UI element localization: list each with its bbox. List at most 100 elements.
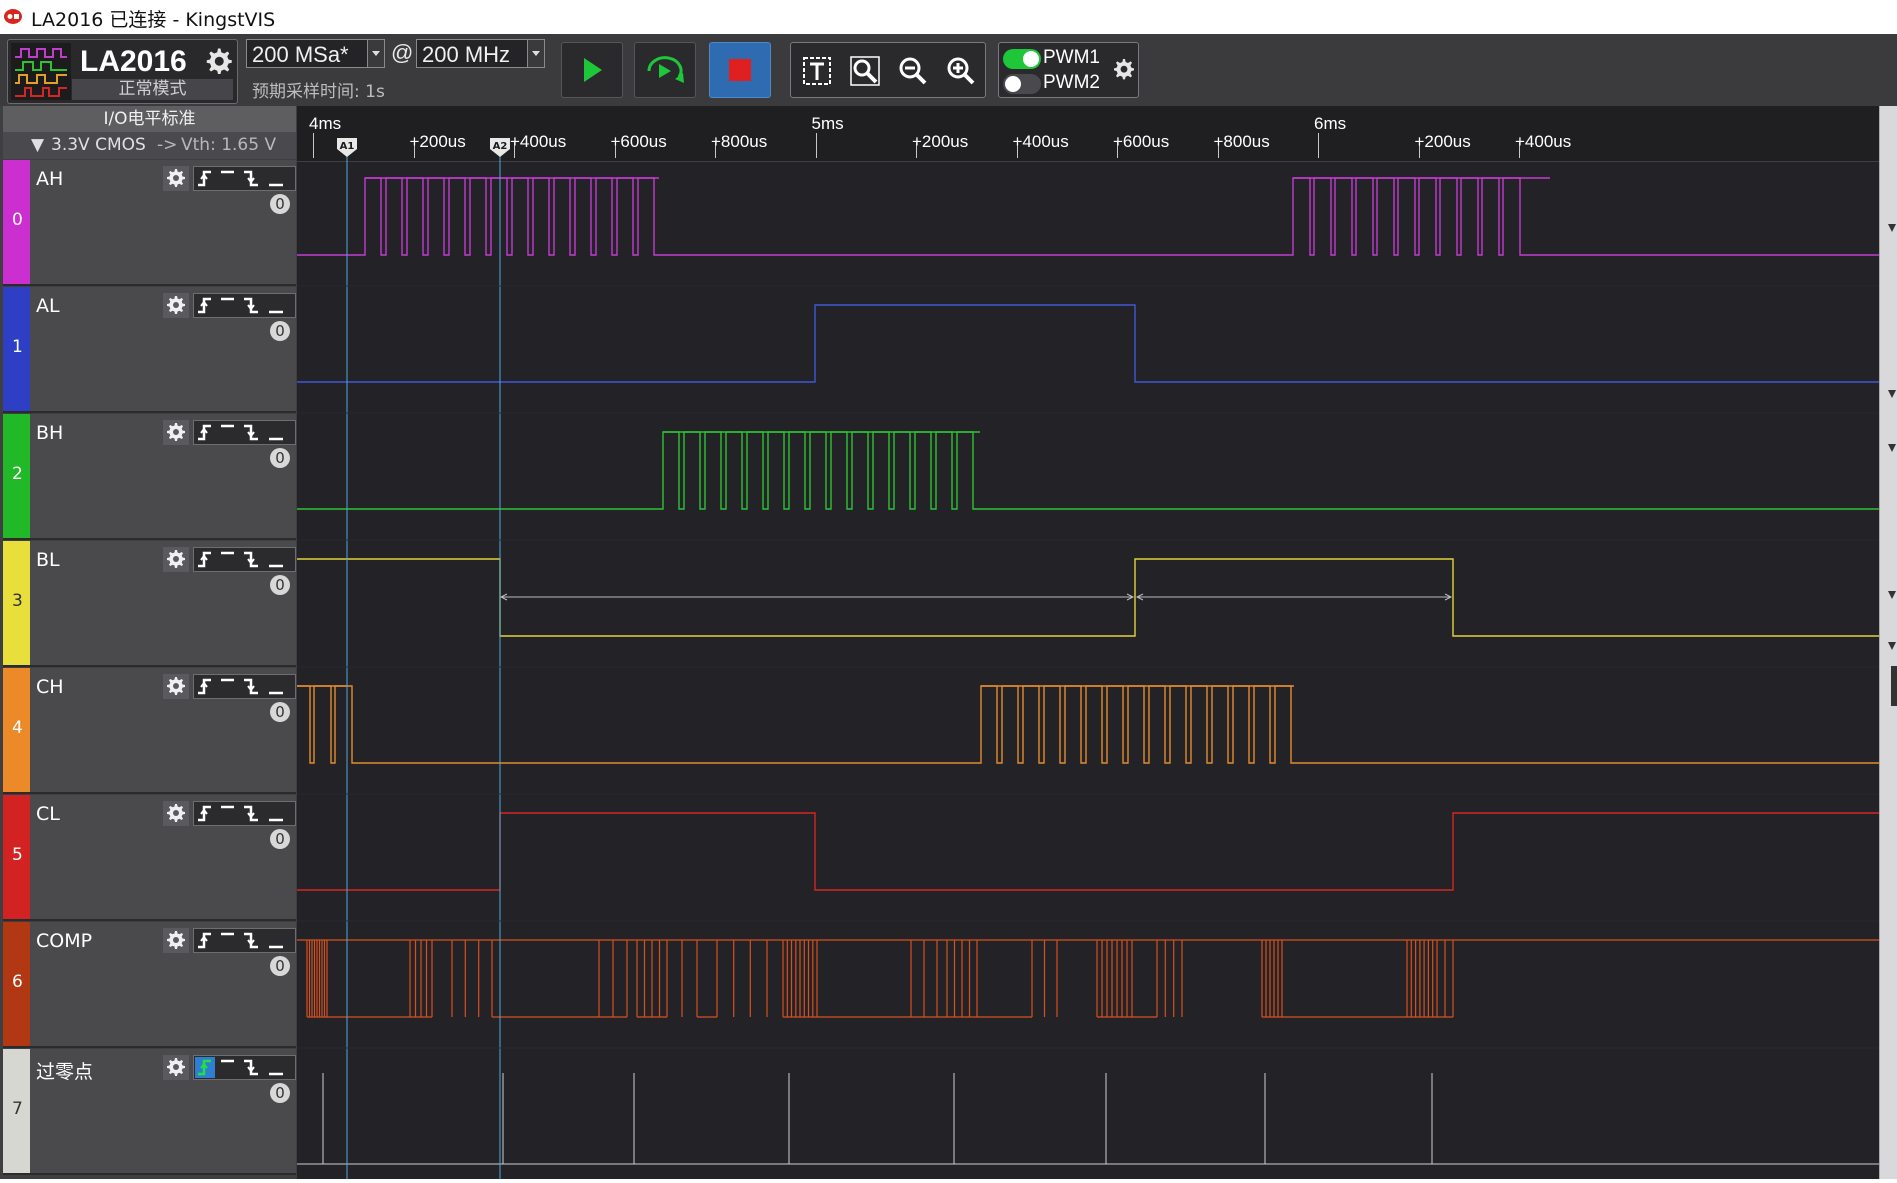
gear-icon[interactable] xyxy=(163,547,189,572)
io-vth: Vth: 1.65 V xyxy=(181,135,277,155)
channel-sidebar: I/O电平标准 ▼ 3.3V CMOS -> Vth: 1.65 V 0 AH 0 1… xyxy=(0,106,297,1179)
panel-arrows xyxy=(1888,224,1897,706)
channel-row[interactable]: 7 过零点 0 xyxy=(3,1049,296,1175)
cursor-label: A1 xyxy=(340,141,355,152)
channel-name[interactable]: CL xyxy=(36,803,60,825)
pwm-group: PWM1 PWM2 xyxy=(998,42,1139,98)
waveform-traces[interactable]: A1 A2 xyxy=(297,106,1879,1179)
pwm1-toggle[interactable] xyxy=(1003,49,1041,69)
channel-index: 2 xyxy=(12,464,23,484)
io-arrow: -> xyxy=(157,135,178,155)
channel-name[interactable]: CH xyxy=(36,676,64,698)
channel-name[interactable]: BL xyxy=(36,549,60,571)
falling-edge-icon xyxy=(244,678,258,695)
channel-name[interactable]: AH xyxy=(36,168,63,190)
zoom-out-icon[interactable] xyxy=(897,55,929,87)
trigger-selector xyxy=(193,293,296,318)
logic-analyzer-icon[interactable] xyxy=(11,43,71,100)
gear-icon[interactable] xyxy=(163,801,189,826)
falling-edge-icon xyxy=(244,1059,258,1076)
channel-row[interactable]: 1 AL 0 xyxy=(3,287,296,413)
zoom-group xyxy=(790,42,986,98)
frequency-select[interactable]: 200 MHz xyxy=(416,39,545,68)
sample-rate-select[interactable]: 200 MSa* xyxy=(246,39,385,68)
channel-tools xyxy=(163,801,296,826)
channel-name[interactable]: COMP xyxy=(36,930,92,952)
gear-icon[interactable] xyxy=(163,928,189,953)
channel-row[interactable]: 0 AH 0 xyxy=(3,160,296,286)
channel-count-badge: 0 xyxy=(270,194,290,214)
chevron-down-icon xyxy=(527,40,544,67)
channel-row[interactable]: 3 BL 0 xyxy=(3,541,296,667)
trace-comp xyxy=(297,939,1879,1018)
repeat-run-icon xyxy=(647,56,684,83)
gear-icon[interactable] xyxy=(203,46,233,76)
trace-ah xyxy=(297,177,1879,256)
channel-count-badge: 0 xyxy=(270,575,290,595)
pwm2-toggle[interactable] xyxy=(1003,74,1041,94)
repeat-run-button[interactable] xyxy=(634,42,696,98)
title-bar: LA2016 已连接 - KingstVIS xyxy=(0,0,1897,34)
at-symbol: @ xyxy=(391,40,414,65)
channel-row[interactable]: 6 COMP 0 xyxy=(3,922,296,1048)
falling-edge-icon xyxy=(244,805,258,822)
gear-icon[interactable] xyxy=(163,166,189,191)
falling-edge-icon xyxy=(244,932,258,949)
magnifier-icon[interactable] xyxy=(849,55,881,87)
stop-icon xyxy=(729,59,751,81)
io-level-header: I/O电平标准 xyxy=(3,106,296,132)
channel-color-stripe: 7 xyxy=(3,1049,30,1173)
gear-icon[interactable] xyxy=(163,420,189,445)
text-search-icon[interactable] xyxy=(801,55,833,87)
rising-edge-icon xyxy=(198,805,211,822)
device-mode-button[interactable]: 正常模式 xyxy=(72,79,233,100)
channel-name[interactable]: AL xyxy=(36,295,60,317)
zoom-in-icon[interactable] xyxy=(945,55,977,87)
trace-zero-cross xyxy=(297,1073,1879,1165)
channel-tools xyxy=(163,420,296,445)
device-name: LA2016 xyxy=(80,45,187,78)
rising-edge-icon xyxy=(198,297,211,314)
channel-index: 6 xyxy=(12,972,23,992)
pwm1-label: PWM1 xyxy=(1043,47,1100,68)
channel-tools xyxy=(163,928,296,953)
triangle-down-icon: ▼ xyxy=(31,135,45,155)
channel-name[interactable]: BH xyxy=(36,422,63,444)
channel-index: 1 xyxy=(12,337,23,357)
cursor-label: A2 xyxy=(493,141,508,152)
start-button[interactable] xyxy=(561,42,623,98)
channel-count-badge: 0 xyxy=(270,1083,290,1103)
channel-color-stripe: 4 xyxy=(3,668,30,792)
rising-edge-icon xyxy=(198,932,211,949)
trigger-selector xyxy=(193,166,296,191)
channel-tools xyxy=(163,1055,296,1080)
channel-color-stripe: 6 xyxy=(3,922,30,1046)
rising-edge-icon xyxy=(198,678,211,695)
trigger-selector xyxy=(193,547,296,572)
channel-row[interactable]: 2 BH 0 xyxy=(3,414,296,540)
gear-icon[interactable] xyxy=(163,1055,189,1080)
channel-row[interactable]: 5 CL 0 xyxy=(3,795,296,921)
channel-color-stripe: 5 xyxy=(3,795,30,919)
channel-name[interactable]: 过零点 xyxy=(36,1057,93,1084)
channel-row[interactable]: 4 CH 0 xyxy=(3,668,296,794)
trigger-selector xyxy=(193,674,296,699)
falling-edge-icon xyxy=(244,297,258,314)
stop-button[interactable] xyxy=(709,42,771,98)
io-level-selector[interactable]: ▼ 3.3V CMOS -> Vth: 1.65 V xyxy=(3,132,296,159)
trace-ch xyxy=(297,685,1879,764)
gear-icon[interactable] xyxy=(1112,58,1136,82)
expected-sample-time: 预期采样时间: 1s xyxy=(252,82,385,102)
gear-icon[interactable] xyxy=(163,293,189,318)
channel-index: 7 xyxy=(12,1099,23,1119)
trigger-selector xyxy=(193,1055,296,1080)
channel-tools xyxy=(163,166,296,191)
rising-edge-icon xyxy=(198,424,211,441)
channel-tools xyxy=(163,674,296,699)
channel-index: 3 xyxy=(12,591,23,611)
channel-index: 0 xyxy=(12,210,23,230)
right-side-panel[interactable] xyxy=(1879,106,1897,1179)
channel-color-stripe: 0 xyxy=(3,160,30,284)
channel-index: 4 xyxy=(12,718,23,738)
gear-icon[interactable] xyxy=(163,674,189,699)
